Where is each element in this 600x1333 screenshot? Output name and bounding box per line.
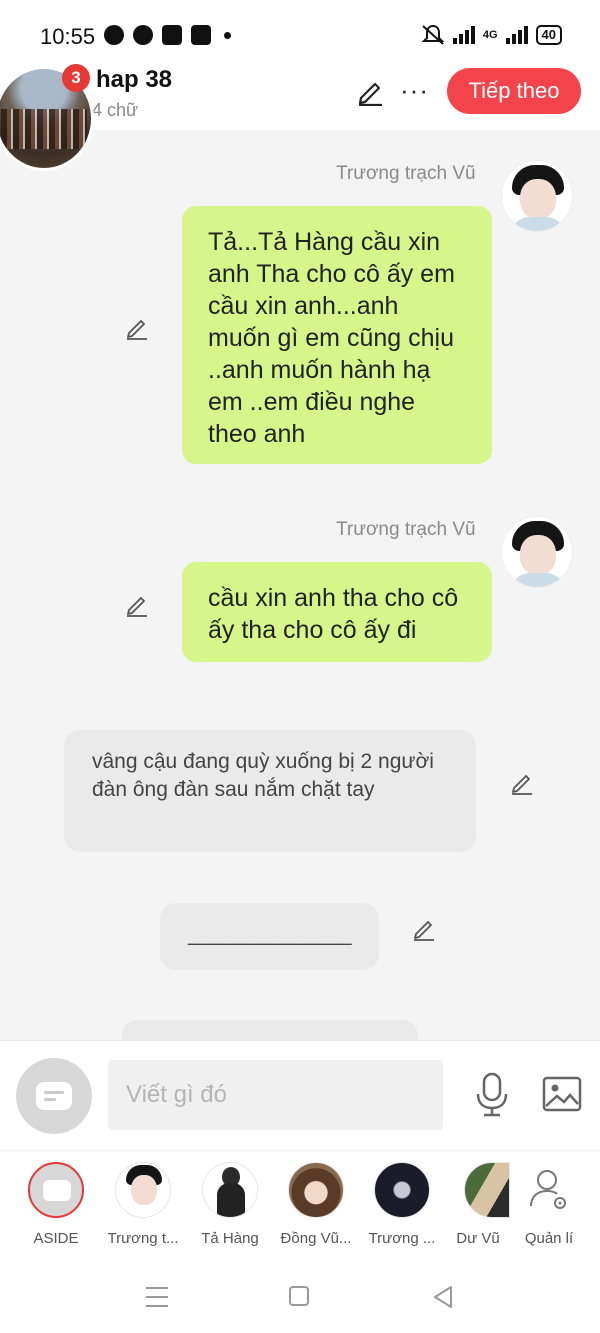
edit-message-icon[interactable]: [509, 769, 535, 795]
image-icon[interactable]: [542, 1076, 582, 1112]
narration-bubble[interactable]: vâng cậu đang quỳ xuống bị 2 người đàn ô…: [64, 730, 476, 852]
mute-icon: [421, 24, 445, 45]
character-avatar: [288, 1162, 344, 1218]
edit-message-icon[interactable]: [124, 314, 150, 340]
recent-apps-icon[interactable]: [146, 1287, 168, 1307]
speaker-avatar[interactable]: [501, 160, 573, 232]
character-item[interactable]: Trương t...: [103, 1162, 183, 1247]
manage-users-icon: [530, 1170, 566, 1209]
character-item[interactable]: Tả Hàng: [190, 1162, 270, 1247]
character-item[interactable]: Dư Vũ: [448, 1162, 510, 1247]
status-system-icons: 4G 40: [421, 24, 562, 46]
status-time: 10:55: [40, 24, 96, 49]
back-icon[interactable]: [432, 1285, 454, 1309]
character-avatar: [202, 1162, 258, 1218]
edit-message-icon[interactable]: [124, 591, 150, 617]
notification-badge: 3: [62, 64, 90, 92]
message-input[interactable]: [108, 1060, 443, 1130]
character-item[interactable]: Trương ...: [362, 1162, 442, 1247]
shopee-icon: [191, 25, 211, 45]
messenger-icon: [104, 25, 124, 45]
status-bar: 10:55 4G 40: [0, 0, 600, 70]
message-bubble[interactable]: cầu xin anh tha cho cô ấy tha cho cô ấy …: [182, 562, 492, 662]
signal-icon: [505, 26, 528, 44]
character-avatar: [115, 1162, 171, 1218]
character-label: Quản lí: [524, 1230, 574, 1247]
character-manager[interactable]: Quản lí: [509, 1162, 589, 1247]
character-item[interactable]: Đồng Vũ...: [276, 1162, 356, 1247]
word-count: 4 chữ: [92, 100, 139, 120]
home-icon[interactable]: [289, 1286, 309, 1306]
narration-bubble[interactable]: ______________: [160, 903, 379, 970]
edit-message-icon[interactable]: [411, 915, 437, 941]
character-label: Trương t...: [107, 1230, 179, 1247]
character-label: ASIDE: [33, 1230, 79, 1247]
star-app-icon: [162, 25, 182, 45]
character-avatar: [464, 1162, 510, 1218]
speaker-name: Trương trạch Vũ: [336, 163, 476, 184]
character-label: Đồng Vũ...: [280, 1230, 352, 1247]
character-aside[interactable]: ASIDE: [16, 1162, 96, 1247]
status-app-icons: [104, 25, 231, 45]
dot-icon: [224, 31, 231, 39]
chapter-title: hap 38: [96, 66, 173, 93]
aside-icon[interactable]: [16, 1058, 92, 1134]
character-label: Dư Vũ: [456, 1230, 500, 1247]
aside-icon: [28, 1162, 84, 1218]
speaker-avatar[interactable]: [501, 516, 573, 588]
chat-icon: [133, 25, 153, 45]
next-button[interactable]: Tiếp theo: [447, 68, 581, 114]
character-avatar: [374, 1162, 430, 1218]
network-label: 4G: [482, 29, 498, 41]
speaker-name: Trương trạch Vũ: [336, 519, 476, 540]
signal-icon: [452, 26, 475, 44]
character-label: Tả Hàng: [201, 1230, 259, 1247]
microphone-icon[interactable]: [474, 1072, 510, 1118]
character-label: Trương ...: [368, 1230, 436, 1247]
battery-icon: 40: [535, 25, 562, 45]
edit-icon[interactable]: [355, 76, 385, 106]
message-bubble[interactable]: Tả...Tả Hàng cầu xin anh Tha cho cô ấy e…: [182, 206, 492, 464]
more-icon[interactable]: ···: [400, 77, 429, 103]
